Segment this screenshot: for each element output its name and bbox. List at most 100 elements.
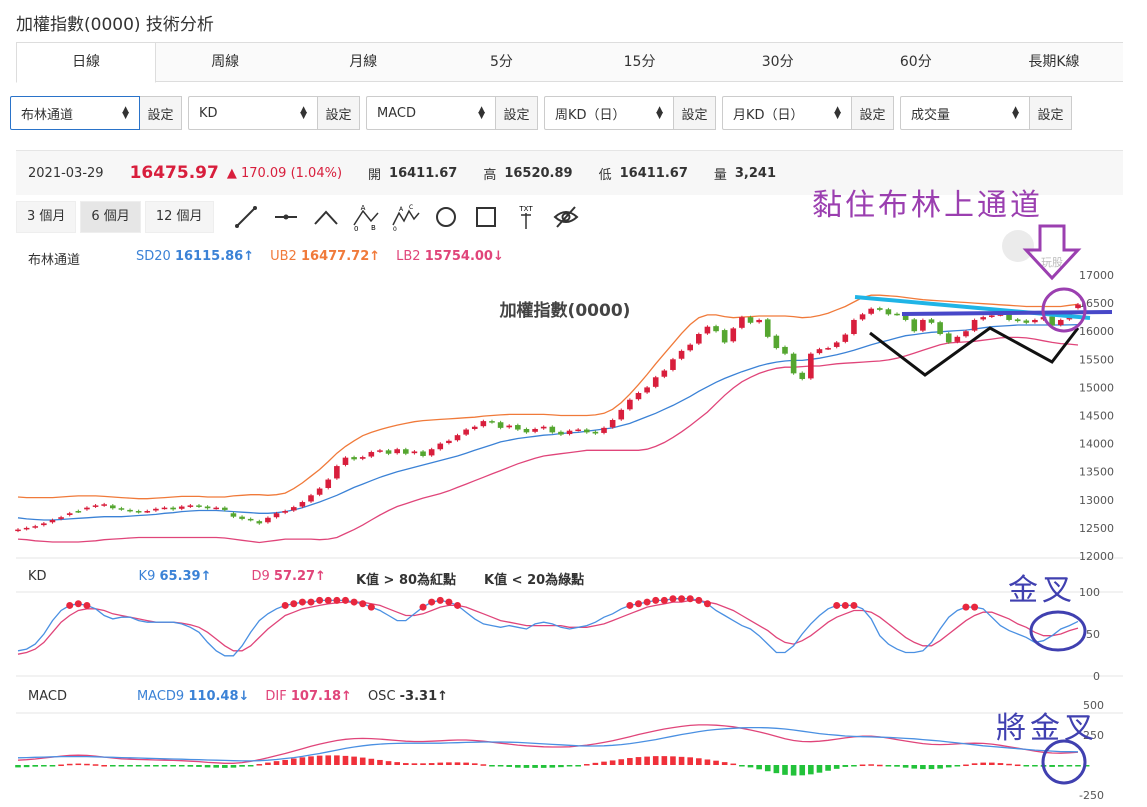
osc-bar xyxy=(601,761,607,765)
candle-body xyxy=(532,428,538,432)
horizontal-line-icon[interactable] xyxy=(270,203,302,231)
candle-body xyxy=(876,308,883,310)
tab-5min[interactable]: 5分 xyxy=(432,43,570,81)
k-label: K9 xyxy=(138,569,156,584)
candle-body xyxy=(471,426,478,429)
tab-30min[interactable]: 30分 xyxy=(709,43,847,81)
osc-bar xyxy=(1023,765,1030,767)
candle-body xyxy=(1006,313,1012,320)
tab-monthly[interactable]: 月線 xyxy=(294,43,432,81)
settings-button-6[interactable]: 設定 xyxy=(1030,96,1072,130)
osc-bar xyxy=(885,765,892,767)
candle-body xyxy=(49,520,56,523)
macd-panel: -250250500 xyxy=(15,699,1123,802)
osc-bar xyxy=(971,763,978,765)
candle-body xyxy=(1023,320,1030,323)
tab-60min[interactable]: 60分 xyxy=(847,43,985,81)
indicator-select-5[interactable]: 月KD（日） ▲ ▼ xyxy=(722,96,852,130)
osc-bar xyxy=(954,765,961,767)
osc-bar xyxy=(782,765,788,775)
settings-button-3[interactable]: 設定 xyxy=(496,96,538,130)
candle-body xyxy=(101,504,107,506)
candle-body xyxy=(368,452,375,457)
candle-body xyxy=(790,353,797,374)
candle-body xyxy=(661,370,668,377)
angle-line-icon[interactable] xyxy=(310,203,342,231)
k-value: 65.39↑ xyxy=(159,569,212,584)
candle-body xyxy=(601,427,607,433)
rectangle-tool-icon[interactable] xyxy=(470,203,502,231)
osc-bar xyxy=(135,765,142,767)
osc-bar xyxy=(204,765,211,768)
osc-bar xyxy=(170,765,176,767)
w-bottom-pattern xyxy=(869,326,1080,377)
settings-button-4[interactable]: 設定 xyxy=(674,96,716,130)
lb-label: LB2 xyxy=(396,249,421,264)
open-label: 開 xyxy=(368,167,382,183)
candle-body xyxy=(540,426,547,429)
kd-red-dot xyxy=(695,596,703,604)
indicator-select-2[interactable]: KD ▲ ▼ xyxy=(188,96,318,130)
osc-bar xyxy=(816,765,823,773)
indicator-select-6[interactable]: 成交量 ▲ ▼ xyxy=(900,96,1030,130)
settings-button-5[interactable]: 設定 xyxy=(852,96,894,130)
osc-bar xyxy=(420,763,426,765)
kd-red-dot xyxy=(971,603,979,611)
declining-trendline xyxy=(854,295,1091,320)
osc-bar xyxy=(842,765,849,767)
kd-red-dot xyxy=(316,596,324,604)
tab-long-term[interactable]: 長期K線 xyxy=(985,43,1123,81)
settings-button-2[interactable]: 設定 xyxy=(318,96,360,130)
kd-red-dot xyxy=(66,601,74,609)
osc-bar xyxy=(454,762,461,765)
indicator-select-1[interactable]: 布林通道 ▲ ▼ xyxy=(10,96,140,130)
candle-body xyxy=(385,450,392,454)
tab-15min[interactable]: 15分 xyxy=(571,43,709,81)
range-12m-button[interactable]: 12 個月 xyxy=(144,201,214,233)
candle-body xyxy=(316,488,323,495)
candle-body xyxy=(963,331,969,337)
osc-bar xyxy=(937,765,943,769)
candle-body xyxy=(928,319,935,323)
bollinger-annotation: 黏住布林上通道 xyxy=(812,188,1043,223)
settings-button-1[interactable]: 設定 xyxy=(140,96,182,130)
pattern-icon[interactable]: A 0 B xyxy=(350,203,382,231)
circle-tool-icon[interactable] xyxy=(430,203,462,231)
range-6m-button[interactable]: 6 個月 xyxy=(80,201,141,233)
osc-bar xyxy=(411,763,418,765)
candle-body xyxy=(437,443,444,450)
candle-body xyxy=(420,451,426,456)
osc-bar xyxy=(446,762,452,765)
dif-line xyxy=(17,724,1079,764)
hide-icon[interactable] xyxy=(550,203,582,231)
candle-body xyxy=(204,506,211,509)
candle-body xyxy=(696,334,702,344)
selector-group-5: 月KD（日） ▲ ▼ 設定 xyxy=(722,96,894,130)
text-tool-icon[interactable]: TXT xyxy=(510,203,542,231)
candle-body xyxy=(997,314,1004,316)
candle-body xyxy=(678,350,685,359)
candle-body xyxy=(58,517,64,519)
wave-pattern-icon[interactable]: AC 0 xyxy=(390,203,422,231)
kd-panel: 0 50 100 xyxy=(16,586,1123,683)
tab-weekly[interactable]: 周線 xyxy=(156,43,294,81)
kd-red-note: K值 > 80為紅點 xyxy=(355,573,457,588)
indicator-select-4[interactable]: 周KD（日） ▲ ▼ xyxy=(544,96,674,130)
indicator-select-3[interactable]: MACD ▲ ▼ xyxy=(366,96,496,130)
price-tick-label: 13500 xyxy=(1079,466,1114,479)
candle-body xyxy=(480,421,487,427)
candle-body xyxy=(446,440,452,444)
tab-daily[interactable]: 日線 xyxy=(16,42,157,83)
kd-red-dot xyxy=(341,596,349,604)
select-value: 周KD（日） xyxy=(555,107,626,123)
range-3m-button[interactable]: 3 個月 xyxy=(16,201,77,233)
highlight-circle-macd xyxy=(1041,739,1087,785)
kd-red-dot xyxy=(428,598,436,606)
candle-body xyxy=(265,517,271,523)
line-tool-icon[interactable] xyxy=(230,203,262,231)
osc-bar xyxy=(84,763,90,766)
osc-bar xyxy=(196,765,202,767)
candle-body xyxy=(377,450,383,452)
osc-bar xyxy=(868,764,874,766)
updown-icon: ▲ ▼ xyxy=(1012,105,1019,121)
